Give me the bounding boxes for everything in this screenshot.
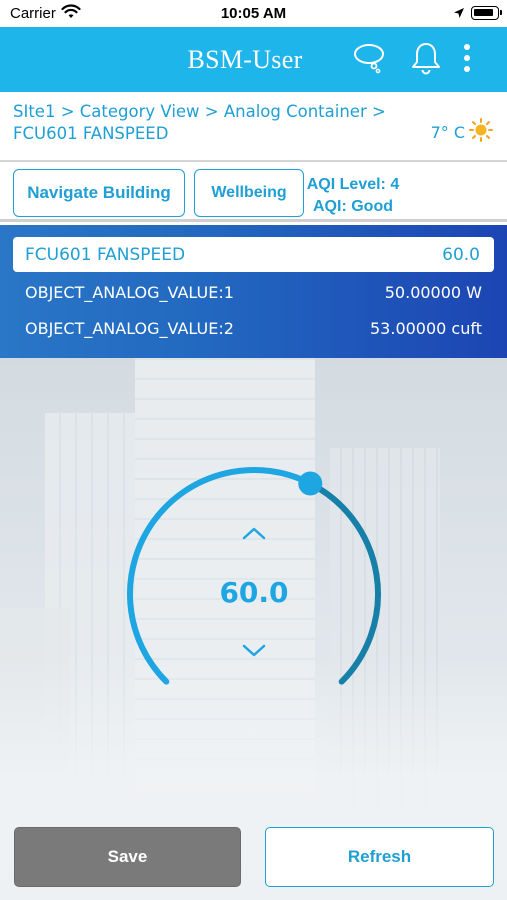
object-row: OBJECT_ANALOG_VALUE:1 50.00000 W — [25, 283, 482, 302]
selected-point-name: FCU601 FANSPEED — [25, 245, 186, 265]
navigate-building-button[interactable]: Navigate Building — [13, 169, 185, 217]
object-value: 50.00000 W — [384, 283, 482, 302]
chevron-down-icon[interactable] — [240, 640, 268, 660]
more-vertical-icon[interactable] — [462, 41, 472, 80]
aqi-info: AQI Level: 4 AQI: Good — [305, 174, 401, 218]
sun-icon — [469, 118, 493, 146]
aqi-level: AQI Level: 4 — [306, 176, 400, 193]
breadcrumb-path[interactable]: SIte1 > Category View > Analog Container… — [13, 101, 393, 123]
object-value: 53.00000 cuft — [370, 319, 482, 338]
dial[interactable] — [0, 358, 507, 758]
selected-point-value: 60.0 — [442, 245, 480, 265]
battery-icon — [471, 6, 502, 20]
dial-value: 60.0 — [219, 576, 289, 609]
status-bar: Carrier 10:05 AM — [0, 0, 507, 27]
aqi-status: AQI: Good — [313, 198, 393, 215]
weather-widget: 7° C — [431, 118, 493, 146]
chat-icon[interactable] — [353, 41, 385, 80]
action-row: Navigate Building Wellbeing AQI Level: 4… — [0, 162, 507, 222]
breadcrumb[interactable]: SIte1 > Category View > Analog Container… — [13, 101, 393, 145]
breadcrumb-bar: SIte1 > Category View > Analog Container… — [0, 92, 507, 162]
object-row: OBJECT_ANALOG_VALUE:2 53.00000 cuft — [25, 319, 482, 338]
temperature-label: 7° C — [430, 122, 465, 142]
bell-icon[interactable] — [410, 41, 442, 80]
save-button[interactable]: Save — [14, 827, 241, 887]
selected-point-row[interactable]: FCU601 FANSPEED 60.0 — [13, 237, 494, 272]
wellbeing-button[interactable]: Wellbeing — [194, 169, 304, 217]
chevron-up-icon[interactable] — [240, 524, 268, 544]
object-name: OBJECT_ANALOG_VALUE:1 — [25, 283, 234, 302]
object-name: OBJECT_ANALOG_VALUE:2 — [25, 319, 234, 338]
clock-time: 10:05 AM — [220, 5, 287, 22]
breadcrumb-current: FCU601 FANSPEED — [13, 124, 169, 143]
refresh-button[interactable]: Refresh — [265, 827, 494, 887]
location-arrow-icon — [453, 6, 465, 23]
dial-knob[interactable] — [298, 471, 323, 496]
app-header: BSM-User — [0, 27, 507, 92]
dial-track — [307, 480, 381, 685]
